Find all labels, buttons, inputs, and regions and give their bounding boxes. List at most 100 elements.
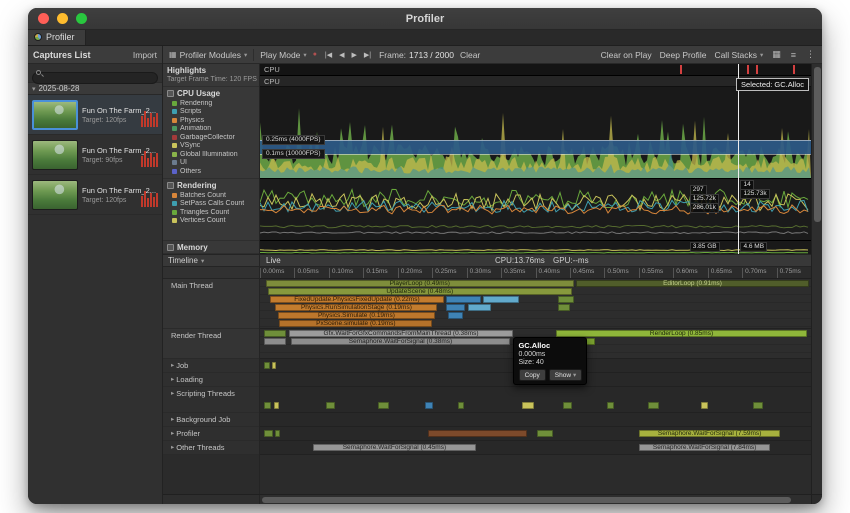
highlights-strip[interactable]: CPU — [260, 64, 811, 76]
deep-profile-toggle[interactable]: Deep Profile — [660, 50, 707, 60]
track-main[interactable]: PlayerLoop (0.49ms) EditorLoop (0.91ms) Up… — [260, 279, 811, 329]
timeline-span[interactable] — [458, 401, 464, 409]
timeline-span[interactable]: UpdateScene (0.48ms) — [267, 288, 572, 295]
timeline-span[interactable] — [272, 362, 276, 370]
tab-profiler[interactable]: Profiler — [28, 29, 86, 45]
timeline-span[interactable] — [274, 430, 281, 438]
timeline-span[interactable] — [378, 401, 390, 409]
frame-issue-tick[interactable] — [746, 65, 749, 74]
capture-item[interactable]: Fun On The Farm_2... Target: 90fps — [28, 135, 162, 175]
legend-item-animation[interactable]: Animation — [163, 125, 259, 134]
timeline-span[interactable] — [326, 401, 335, 409]
capture-date-group[interactable]: ▾ 2025-08-28 — [28, 82, 162, 95]
clear-on-play-toggle[interactable]: Clear on Play — [601, 50, 652, 60]
legend-item-ui[interactable]: UI — [163, 159, 259, 168]
frame-playhead[interactable] — [737, 64, 739, 254]
thread-label-scripting[interactable]: ▸ Scripting Threads — [163, 387, 259, 413]
import-button[interactable]: Import — [133, 50, 157, 60]
clear-button[interactable]: Clear — [460, 50, 480, 60]
timeline-span[interactable] — [428, 430, 528, 438]
frame-issue-tick[interactable] — [756, 65, 759, 74]
legend-item-rendering[interactable]: Rendering — [163, 99, 259, 108]
time-ruler[interactable]: 0.00ms 0.05ms 0.10ms 0.15ms 0.20ms 0.25ms 0.30… — [260, 267, 811, 279]
module-memory[interactable]: Memory — [163, 241, 259, 254]
timeline-span[interactable]: Semaphore.WaitForSignal (0.45ms) — [312, 444, 476, 452]
timeline-span[interactable] — [425, 401, 433, 409]
timeline-span[interactable] — [274, 401, 279, 409]
call-stacks-dropdown[interactable]: Call Stacks ▾ — [714, 50, 763, 60]
legend-item-garbagecollector[interactable]: GarbageCollector — [163, 133, 259, 142]
legend-item-batches-count[interactable]: Batches Count — [163, 191, 259, 200]
capture-item[interactable]: Fun On The Farm_2... Target: 120fps — [28, 95, 162, 135]
hscroll-track[interactable] — [260, 495, 811, 504]
timeline-span[interactable] — [563, 401, 572, 409]
minimize-window-button[interactable] — [57, 13, 68, 24]
last-frame-button[interactable]: ▶| — [362, 51, 373, 59]
copy-button[interactable]: Copy — [518, 369, 546, 381]
timeline-span[interactable] — [700, 401, 708, 409]
track-other[interactable]: Semaphore.WaitForSignal (0.45ms) Semaphor… — [260, 441, 811, 455]
legend-item-global-illumination[interactable]: Global Illumination — [163, 150, 259, 159]
hscroll-thumb[interactable] — [262, 497, 791, 503]
show-dropdown-button[interactable]: Show ▾ — [548, 369, 583, 381]
capture-item[interactable]: Fun On The Farm_2... Target: 120fps — [28, 175, 162, 215]
timeline-span[interactable] — [264, 430, 273, 438]
legend-item-setpass-calls-count[interactable]: SetPass Calls Count — [163, 200, 259, 209]
timeline-span[interactable] — [753, 401, 763, 409]
legend-item-physics[interactable]: Physics — [163, 116, 259, 125]
cpu-chart-header[interactable]: CPU — [260, 76, 811, 87]
thread-label-main[interactable]: Main Thread — [163, 279, 259, 329]
timeline-span[interactable] — [446, 296, 481, 303]
thread-label-background[interactable]: ▸ Background Job — [163, 413, 259, 427]
vscroll-thumb[interactable] — [814, 67, 821, 222]
play-mode-dropdown[interactable]: Play Mode ▾ — [260, 50, 306, 60]
timeline-span[interactable] — [521, 401, 534, 409]
live-toggle[interactable]: Live — [266, 256, 281, 265]
titlebar[interactable]: Profiler — [28, 8, 822, 30]
legend-item-triangles-count[interactable]: Triangles Count — [163, 208, 259, 217]
track-profiler[interactable]: Semaphore.WaitForSignal (7.59ms) — [260, 427, 811, 441]
timeline-span[interactable]: EditorLoop (0.91ms) — [576, 280, 809, 287]
timeline-view-dropdown[interactable]: Timeline ▾ — [163, 255, 260, 266]
module-rendering[interactable]: Rendering Batches Count SetPass Calls Cou… — [163, 179, 259, 241]
thread-label-render[interactable]: Render Thread — [163, 329, 259, 359]
timeline-span[interactable] — [264, 330, 287, 337]
cpu-usage-chart[interactable]: 0.25ms (4000FPS) 0.1ms (10000FPS) — [260, 87, 811, 179]
timeline-span[interactable] — [448, 312, 463, 319]
timeline-span[interactable]: PlayerLoop (0.49ms) — [265, 280, 575, 287]
timeline-span[interactable]: Semaphore.WaitForSignal (7.84ms) — [639, 444, 771, 452]
zoom-window-button[interactable] — [76, 13, 87, 24]
timeline-span[interactable] — [446, 304, 465, 311]
timeline-span[interactable] — [482, 296, 519, 303]
previous-frame-button[interactable]: ◀ — [337, 51, 346, 59]
menu-icon[interactable]: ≡ — [790, 50, 797, 60]
frame-issue-tick[interactable] — [680, 65, 683, 74]
timeline-span[interactable]: Physics.Simulate (0.19ms) — [277, 312, 436, 319]
frame-issue-tick[interactable] — [792, 65, 795, 74]
timeline-span[interactable] — [607, 401, 614, 409]
module-highlights[interactable]: Highlights Target Frame Time: 120 FPS — [163, 64, 259, 87]
horizontal-scrollbar[interactable] — [163, 494, 811, 504]
captures-search-input[interactable] — [32, 71, 158, 84]
next-frame-button[interactable]: ▶ — [350, 51, 359, 59]
legend-item-vsync[interactable]: VSync — [163, 142, 259, 151]
rendering-chart[interactable]: 297 125.72k 286.01k 14 125.73k — [260, 179, 811, 241]
timeline-span[interactable]: Physics.RunSimulationStage (0.19ms) — [275, 304, 438, 311]
timeline-span[interactable] — [468, 304, 492, 311]
record-icon[interactable]: ● — [313, 51, 317, 58]
timeline-span[interactable] — [264, 401, 272, 409]
thread-label-other[interactable]: ▸ Other Threads — [163, 441, 259, 455]
thread-label-job[interactable]: ▸ Job — [163, 359, 259, 373]
legend-item-scripts[interactable]: Scripts — [163, 108, 259, 117]
legend-item-others[interactable]: Others — [163, 167, 259, 176]
timeline-span[interactable]: FixedUpdate.PhysicsFixedUpdate (0.22ms) — [269, 296, 445, 303]
track-scripting[interactable] — [260, 387, 811, 413]
thread-label-profiler[interactable]: ▸ Profiler — [163, 427, 259, 441]
timeline-span[interactable]: Semaphore.WaitForSignal (7.59ms) — [639, 430, 781, 438]
timeline-span[interactable] — [536, 430, 554, 438]
module-cpu-usage[interactable]: CPU Usage Rendering Scripts Physics Animati… — [163, 87, 259, 179]
timeline-span[interactable] — [264, 338, 287, 345]
timeline-span[interactable]: PxScene.simulate (0.19ms) — [279, 320, 433, 327]
timeline-span[interactable] — [557, 296, 574, 303]
timeline-span[interactable]: RenderLoop (0.85ms) — [556, 330, 807, 337]
